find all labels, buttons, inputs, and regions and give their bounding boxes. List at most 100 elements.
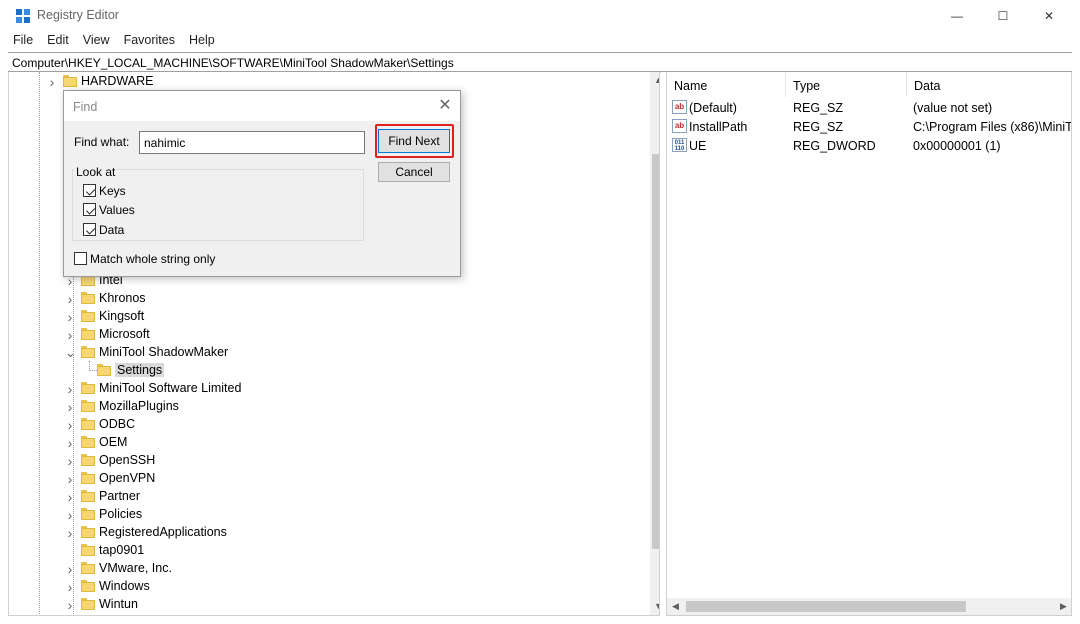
find-dialog-title-bar: Find ✕	[64, 91, 460, 121]
tree-item[interactable]: › Partner	[9, 488, 649, 506]
tree-item-label[interactable]: Partner	[99, 489, 140, 503]
find-dialog-close-button[interactable]: ✕	[436, 97, 454, 115]
scroll-thumb[interactable]	[686, 601, 966, 612]
chevron-right-icon[interactable]: ›	[65, 382, 75, 396]
address-bar[interactable]: Computer\HKEY_LOCAL_MACHINE\SOFTWARE\Min…	[8, 52, 1072, 72]
checkbox-box[interactable]	[83, 184, 96, 197]
chevron-down-icon[interactable]: ⌄	[65, 346, 76, 359]
tree-item[interactable]: › OpenVPN	[9, 470, 649, 488]
folder-icon	[81, 310, 95, 322]
address-path[interactable]: Computer\HKEY_LOCAL_MACHINE\SOFTWARE\Min…	[12, 56, 454, 70]
menu-view[interactable]: View	[76, 31, 117, 51]
tree-item[interactable]: › Wintun	[9, 596, 649, 614]
value-row[interactable]: ab (Default) REG_SZ (value not set)	[667, 98, 1071, 117]
tree-item-label[interactable]: ODBC	[99, 417, 135, 431]
tree-item-label[interactable]: OEM	[99, 435, 127, 449]
tree-item-label[interactable]: Khronos	[99, 291, 146, 305]
close-button[interactable]: ✕	[1026, 0, 1072, 31]
tree-item-label[interactable]: Policies	[99, 507, 142, 521]
folder-icon	[81, 400, 95, 412]
value-name: InstallPath	[689, 120, 748, 134]
tree-vertical-scrollbar[interactable]: ▲ ▼	[650, 72, 659, 615]
tree-item-label[interactable]: Windows	[99, 579, 150, 593]
tree-item-label[interactable]: OpenSSH	[99, 453, 155, 467]
tree-item[interactable]: › VMware, Inc.	[9, 560, 649, 578]
values-checkbox-label[interactable]: Values	[99, 203, 135, 217]
chevron-right-icon[interactable]: ›	[65, 598, 75, 612]
tree-item[interactable]: › OpenSSH	[9, 452, 649, 470]
tree-item[interactable]: › MiniTool Software Limited	[9, 380, 649, 398]
tree-item-label[interactable]: Settings	[115, 363, 165, 377]
chevron-right-icon[interactable]: ›	[65, 580, 75, 594]
tree-item[interactable]: › HARDWARE	[9, 73, 649, 91]
chevron-right-icon[interactable]: ›	[65, 310, 75, 324]
tree-item-label[interactable]: RegisteredApplications	[99, 525, 227, 539]
cancel-button[interactable]: Cancel	[378, 162, 450, 182]
folder-icon	[81, 508, 95, 520]
chevron-right-icon[interactable]: ›	[65, 508, 75, 522]
tree-item[interactable]: › Windows	[9, 578, 649, 596]
chevron-right-icon[interactable]: ›	[65, 328, 75, 342]
keys-checkbox-label[interactable]: Keys	[99, 184, 126, 198]
scroll-down-icon[interactable]: ▼	[650, 598, 659, 615]
data-checkbox-label[interactable]: Data	[99, 223, 124, 237]
tree-item-label[interactable]: OpenVPN	[99, 471, 155, 485]
match-whole-string-label[interactable]: Match whole string only	[90, 252, 215, 266]
checkbox-box[interactable]	[83, 203, 96, 216]
menu-edit[interactable]: Edit	[40, 31, 76, 51]
tree-item[interactable]: ⌄ MiniTool ShadowMaker	[9, 344, 649, 362]
menu-favorites[interactable]: Favorites	[117, 31, 182, 51]
tree-item-label[interactable]: MiniTool ShadowMaker	[99, 345, 228, 359]
tree-item[interactable]: › OEM	[9, 434, 649, 452]
column-header-type[interactable]: Type	[786, 72, 907, 97]
column-header-data[interactable]: Data	[907, 72, 1071, 97]
tree-item-label[interactable]: Wintun	[99, 597, 138, 611]
scroll-thumb[interactable]	[652, 154, 659, 549]
scroll-right-icon[interactable]: ▶	[1055, 598, 1071, 615]
tree-item-label[interactable]: tap0901	[99, 543, 144, 557]
folder-icon	[81, 526, 95, 538]
string-value-icon: ab	[672, 100, 687, 114]
value-row[interactable]: ab InstallPath REG_SZ C:\Program Files (x86…	[667, 117, 1071, 136]
chevron-right-icon[interactable]: ›	[65, 472, 75, 486]
checkbox-box[interactable]	[83, 223, 96, 236]
find-what-input[interactable]: nahimic	[139, 131, 365, 154]
tree-item[interactable]: › MozillaPlugins	[9, 398, 649, 416]
chevron-right-icon[interactable]: ›	[65, 526, 75, 540]
tree-item-label[interactable]: MiniTool Software Limited	[99, 381, 241, 395]
chevron-right-icon[interactable]: ›	[65, 418, 75, 432]
values-horizontal-scrollbar[interactable]: ◀ ▶	[667, 598, 1071, 615]
tree-item[interactable]: › Kingsoft	[9, 308, 649, 326]
find-next-button[interactable]: Find Next	[378, 129, 450, 153]
tree-item[interactable]: › ODBC	[9, 416, 649, 434]
value-row[interactable]: 011 110 UE REG_DWORD 0x00000001 (1)	[667, 136, 1071, 155]
chevron-right-icon[interactable]: ›	[47, 75, 57, 89]
tree-item[interactable]: › Microsoft	[9, 326, 649, 344]
menu-help[interactable]: Help	[182, 31, 222, 51]
chevron-right-icon[interactable]: ›	[65, 400, 75, 414]
tree-item[interactable]: Settings	[9, 362, 649, 380]
checkbox-box[interactable]	[74, 252, 87, 265]
scroll-up-icon[interactable]: ▲	[650, 72, 659, 89]
minimize-button[interactable]: —	[934, 0, 980, 31]
tree-item-label[interactable]: MozillaPlugins	[99, 399, 179, 413]
maximize-button[interactable]: ☐	[980, 0, 1026, 31]
tree-item[interactable]: › RegisteredApplications	[9, 524, 649, 542]
chevron-right-icon[interactable]: ›	[65, 490, 75, 504]
tree-item[interactable]: › Policies	[9, 506, 649, 524]
column-header-name[interactable]: Name	[667, 72, 786, 97]
chevron-right-icon[interactable]: ›	[65, 436, 75, 450]
tree-item-label[interactable]: HARDWARE	[81, 74, 153, 88]
tree-item-label[interactable]: Microsoft	[99, 327, 150, 341]
tree-item-label[interactable]: VMware, Inc.	[99, 561, 172, 575]
tree-item-label[interactable]: Kingsoft	[99, 309, 144, 323]
tree-item[interactable]: tap0901	[9, 542, 649, 560]
chevron-right-icon[interactable]: ›	[65, 454, 75, 468]
values-pane[interactable]: Name Type Data ab (Default) REG_SZ (value n…	[666, 72, 1072, 616]
scroll-left-icon[interactable]: ◀	[667, 598, 684, 615]
string-value-icon: ab	[672, 119, 687, 133]
menu-file[interactable]: File	[6, 31, 40, 51]
tree-item[interactable]: › Khronos	[9, 290, 649, 308]
chevron-right-icon[interactable]: ›	[65, 292, 75, 306]
chevron-right-icon[interactable]: ›	[65, 562, 75, 576]
